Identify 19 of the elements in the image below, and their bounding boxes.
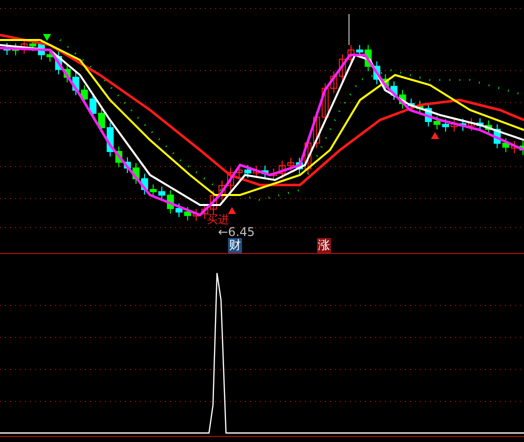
candlestick [218,180,226,202]
candlestick [132,162,140,184]
candlestick [176,203,182,218]
candle-wick [348,14,350,46]
candlestick [348,44,354,65]
candlestick [46,49,54,62]
candlestick [4,42,10,56]
signal-marker: 涨 [317,238,331,253]
candlestick [434,116,440,130]
signal-label: 买进 [207,213,229,227]
candlestick [262,165,268,180]
up-triangle-icon [431,132,439,139]
candlestick [520,140,524,156]
down-triangle-icon [43,34,51,41]
price-label: ←6.45 [218,225,255,239]
candlestick [390,80,398,100]
signal-marker: 财 [228,238,242,253]
candlestick [476,118,484,131]
up-triangle-icon [228,207,236,214]
